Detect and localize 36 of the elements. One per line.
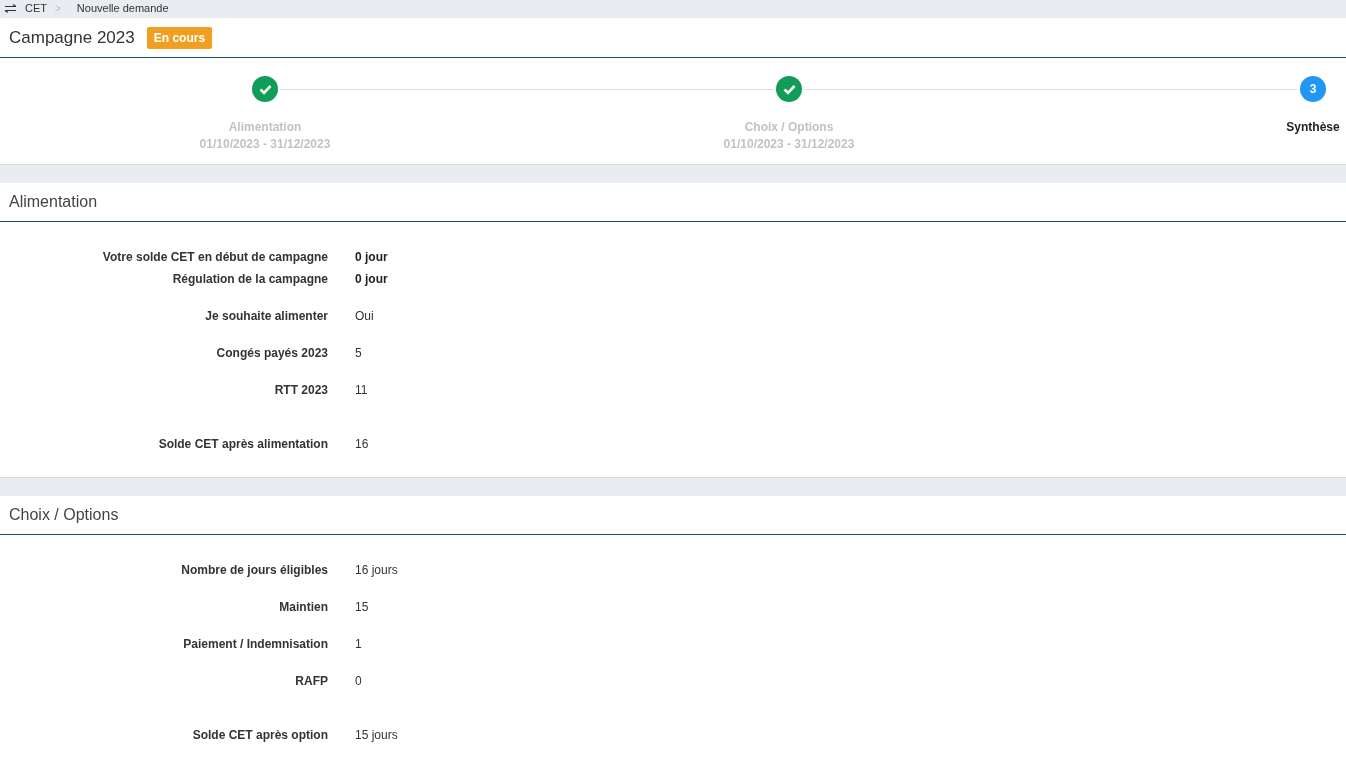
step-dates: 01/10/2023 - 31/12/2023: [723, 136, 855, 153]
field-label: Je souhaite alimenter: [204, 308, 328, 325]
section-title: Choix / Options: [9, 505, 119, 525]
field-label: Solde CET après alimentation: [157, 436, 328, 453]
field-label: Solde CET après option: [191, 727, 328, 744]
field-label: Régulation de la campagne: [171, 271, 328, 288]
field-value: 15 jours: [355, 727, 398, 744]
swap-icon[interactable]: [4, 4, 17, 13]
field-value: 11: [355, 382, 368, 399]
step-dates: 01/10/2023 - 31/12/2023: [199, 136, 331, 153]
step-number: 3: [1300, 76, 1326, 102]
step-label: Alimentation: [228, 119, 302, 136]
step-label: Synthèse: [1286, 119, 1340, 136]
field-value: 0 jour: [355, 271, 388, 288]
field-value: 16 jours: [355, 562, 398, 579]
field-label: RTT 2023: [273, 382, 328, 399]
field-value: 15: [355, 599, 369, 616]
breadcrumb-item[interactable]: CET: [25, 0, 47, 17]
field-label: Maintien: [278, 599, 328, 616]
field-label: Paiement / Indemnisation: [182, 636, 328, 653]
step-label: Choix / Options: [744, 119, 834, 136]
field-value: 0: [355, 673, 362, 690]
section-title: Alimentation: [9, 192, 98, 212]
status-badge: En cours: [146, 26, 213, 49]
field-value: 16: [355, 436, 369, 453]
breadcrumb-separator: >: [55, 2, 61, 16]
field-value: Oui: [355, 308, 374, 325]
field-label: Votre solde CET en début de campagne: [101, 249, 328, 266]
field-value: 5: [355, 345, 362, 362]
field-value: 1: [355, 636, 362, 653]
field-label: RAFP: [294, 673, 328, 690]
breadcrumb-item[interactable]: Nouvelle demande: [76, 0, 169, 17]
field-label: Congés payés 2023: [215, 345, 328, 362]
campaign-title: Campagne 2023: [9, 26, 135, 49]
field-label: Nombre de jours éligibles: [180, 562, 328, 579]
field-value: 0 jour: [355, 249, 388, 266]
